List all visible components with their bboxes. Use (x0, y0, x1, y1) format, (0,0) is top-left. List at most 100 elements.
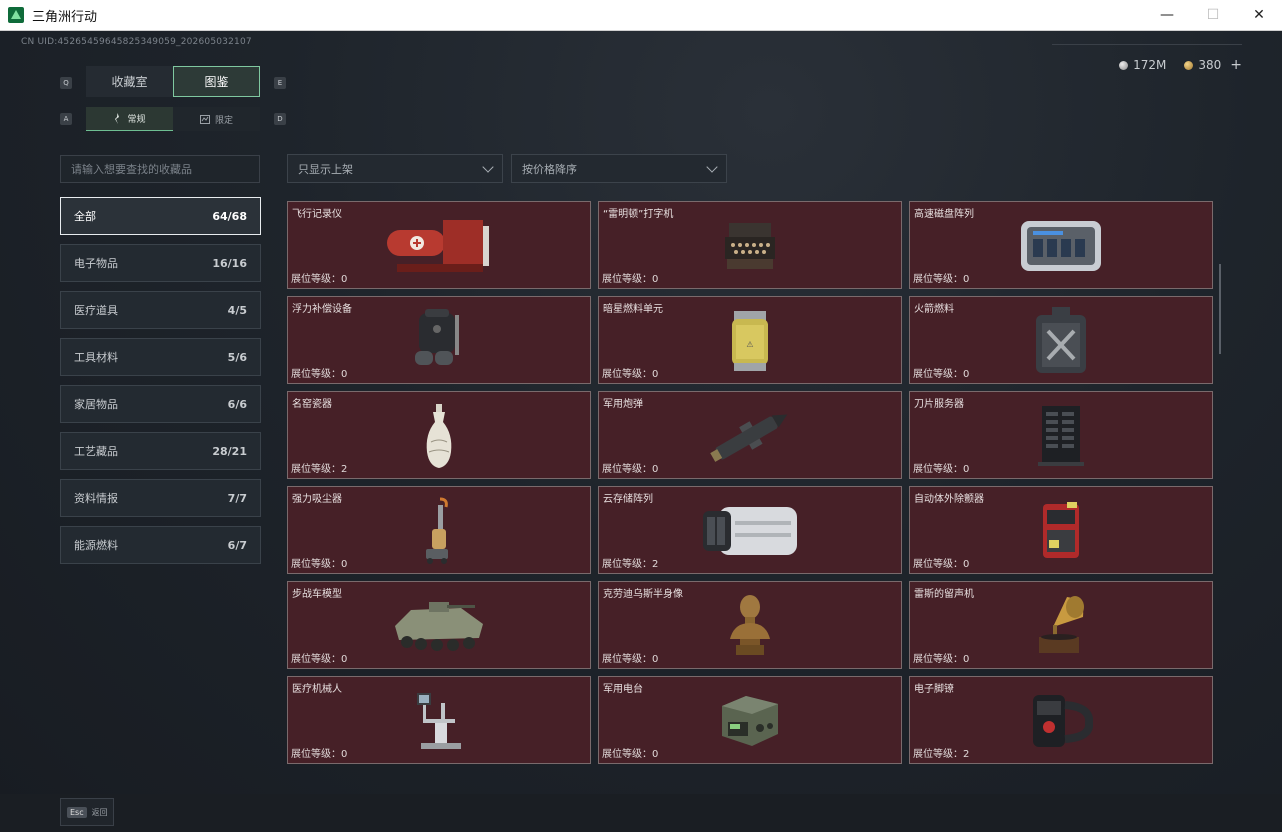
category-tools[interactable]: 工具材料 5/6 (60, 338, 261, 376)
item-card[interactable]: 刀片服务器 展位等级：0 (909, 391, 1213, 479)
item-name: 刀片服务器 (914, 399, 964, 410)
item-card[interactable]: 强力吸尘器 展位等级：0 (287, 486, 591, 574)
item-name: 高速磁盘阵列 (914, 209, 974, 220)
key-hint-q: Q (60, 77, 72, 89)
regular-icon (115, 113, 120, 124)
fuel-cell-icon: ⚠ (728, 305, 772, 377)
category-count: 6/7 (227, 538, 247, 552)
silver-coin-icon (1119, 60, 1129, 70)
item-name: 医疗机械人 (292, 684, 342, 695)
chevron-down-icon (482, 160, 494, 173)
electronic-anklet-icon (1029, 685, 1093, 757)
item-name: 雷斯的留声机 (914, 589, 974, 600)
category-crafts[interactable]: 工艺藏品 28/21 (60, 432, 261, 470)
booth-level: 展位等级：2 (913, 749, 970, 760)
category-label: 家居物品 (74, 398, 118, 411)
category-all[interactable]: 全部 64/68 (60, 197, 261, 235)
minimize-button[interactable]: — (1144, 0, 1190, 31)
item-card[interactable]: 克劳迪乌斯半身像 展位等级：0 (598, 581, 902, 669)
booth-level: 展位等级：0 (913, 369, 970, 380)
category-count: 5/6 (227, 350, 247, 364)
booth-level: 展位等级：2 (602, 559, 659, 570)
gold-coin-icon (1184, 60, 1194, 70)
item-card[interactable]: 雷斯的留声机 展位等级：0 (909, 581, 1213, 669)
item-name: 步战车模型 (292, 589, 342, 600)
tab-catalog[interactable]: 图鉴 (173, 66, 260, 97)
booth-level: 展位等级：0 (602, 369, 659, 380)
item-card[interactable]: 浮力补偿设备 展位等级：0 (287, 296, 591, 384)
item-card[interactable]: 步战车模型 展位等级：0 (287, 581, 591, 669)
svg-text:⚠: ⚠ (746, 340, 753, 349)
item-name: 克劳迪乌斯半身像 (603, 589, 683, 600)
rocket-fuel-icon (1032, 305, 1090, 377)
category-count: 16/16 (212, 256, 247, 270)
item-card[interactable]: 医疗机械人 展位等级：0 (287, 676, 591, 764)
silver-amount: 172M (1133, 58, 1167, 72)
disk-array-icon (1019, 210, 1103, 282)
app-logo-icon (8, 7, 24, 23)
category-count: 28/21 (212, 444, 247, 458)
bottom-bar (0, 794, 1282, 832)
category-label: 工具材料 (74, 351, 118, 364)
grid-scrollbar[interactable] (1219, 264, 1221, 354)
esc-key-hint: Esc (67, 806, 87, 818)
category-label: 工艺藏品 (74, 445, 118, 458)
display-filter-dropdown[interactable]: 只显示上架 (287, 154, 503, 183)
maximize-button[interactable]: ☐ (1190, 0, 1236, 31)
booth-level: 展位等级：0 (291, 274, 348, 285)
category-count: 6/6 (227, 397, 247, 411)
key-hint-e: E (274, 77, 286, 89)
typewriter-icon (723, 210, 777, 282)
booth-level: 展位等级：0 (291, 369, 348, 380)
item-name: 自动体外除颤器 (914, 494, 984, 505)
item-name: “雷明顿”打字机 (603, 209, 674, 220)
booth-level: 展位等级：0 (291, 654, 348, 665)
ifv-model-icon (391, 590, 487, 662)
sort-dropdown[interactable]: 按价格降序 (511, 154, 727, 183)
item-card[interactable]: 火箭燃料 展位等级：0 (909, 296, 1213, 384)
blade-server-icon (1036, 400, 1086, 472)
close-button[interactable]: ✕ (1236, 0, 1282, 31)
gold-currency[interactable]: 380 + (1184, 57, 1242, 73)
search-input[interactable]: 请输入想要查找的收藏品 (60, 155, 260, 183)
back-button[interactable]: Esc 返回 (60, 798, 114, 826)
item-card[interactable]: 云存储阵列 展位等级：2 (598, 486, 902, 574)
category-count: 4/5 (227, 303, 247, 317)
window-title: 三角洲行动 (32, 9, 98, 25)
item-card[interactable]: 名窑瓷器 展位等级：2 (287, 391, 591, 479)
item-card[interactable]: 飞行记录仪 展位等级：0 (287, 201, 591, 289)
item-card[interactable]: 电子脚镣 展位等级：2 (909, 676, 1213, 764)
category-count: 64/68 (212, 209, 247, 223)
item-card[interactable]: 军用炮弹 展位等级：0 (598, 391, 902, 479)
item-card[interactable]: 暗星燃料单元 ⚠ 展位等级：0 (598, 296, 902, 384)
category-label: 医疗道具 (74, 304, 118, 317)
item-card[interactable]: 高速磁盘阵列 展位等级：0 (909, 201, 1213, 289)
item-name: 火箭燃料 (914, 304, 954, 315)
booth-level: 展位等级：0 (913, 274, 970, 285)
tab-collection-room[interactable]: 收藏室 (86, 66, 173, 97)
key-hint-a: A (60, 113, 72, 125)
category-medical[interactable]: 医疗道具 4/5 (60, 291, 261, 329)
add-currency-button[interactable]: + (1230, 57, 1242, 73)
item-grid: 飞行记录仪 展位等级：0 “雷明顿”打字机 展位等级：0 高速磁盘阵列 展位等级… (287, 201, 1213, 764)
booth-level: 展位等级：0 (913, 464, 970, 475)
category-household[interactable]: 家居物品 6/6 (60, 385, 261, 423)
item-name: 军用炮弹 (603, 399, 643, 410)
booth-level: 展位等级：2 (291, 464, 348, 475)
category-energy[interactable]: 能源燃料 6/7 (60, 526, 261, 564)
item-card[interactable]: “雷明顿”打字机 展位等级：0 (598, 201, 902, 289)
booth-level: 展位等级：0 (291, 749, 348, 760)
item-card[interactable]: 军用电台 展位等级：0 (598, 676, 902, 764)
tab-limited[interactable]: 限定 (173, 107, 260, 131)
category-intel[interactable]: 资料情报 7/7 (60, 479, 261, 517)
military-radio-icon (716, 685, 784, 757)
key-hint-d: D (274, 113, 286, 125)
gold-amount: 380 (1198, 58, 1222, 72)
item-name: 飞行记录仪 (292, 209, 342, 220)
vacuum-cleaner-icon (422, 495, 456, 567)
booth-level: 展位等级：0 (291, 559, 348, 570)
item-card[interactable]: 自动体外除颤器 展位等级：0 (909, 486, 1213, 574)
tab-regular[interactable]: 常规 (86, 107, 173, 131)
category-electronics[interactable]: 电子物品 16/16 (60, 244, 261, 282)
booth-level: 展位等级：0 (602, 274, 659, 285)
